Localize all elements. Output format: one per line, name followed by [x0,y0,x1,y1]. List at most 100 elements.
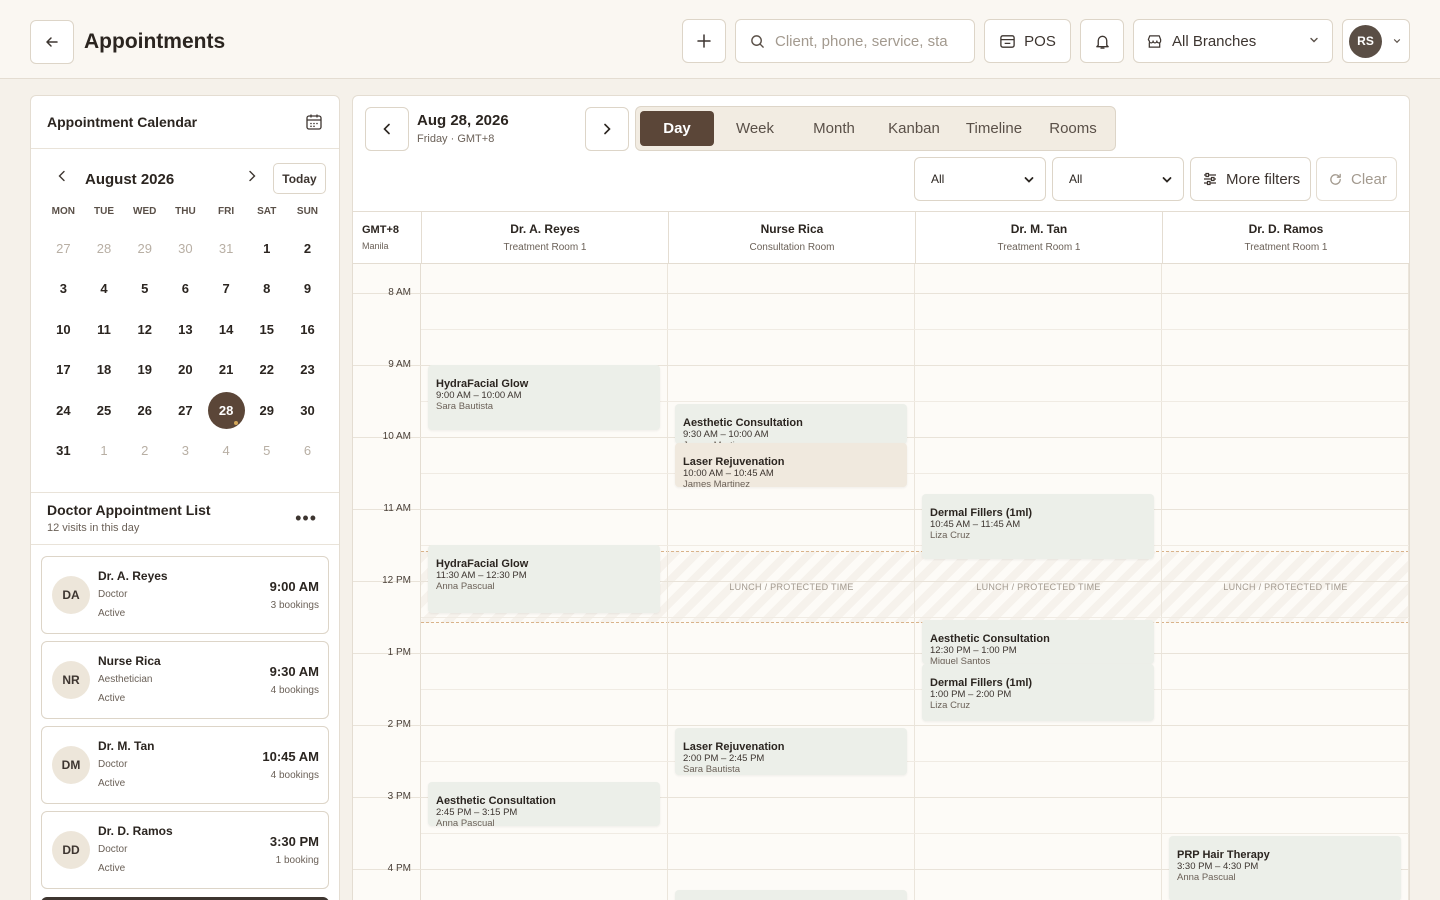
pos-button[interactable]: POS [984,19,1071,63]
calendar-icon[interactable] [305,113,323,131]
user-menu-button[interactable]: RS [1342,19,1410,63]
calendar-day[interactable]: 13 [165,309,206,350]
calendar-day[interactable]: 2 [124,431,165,472]
next-day-button[interactable] [585,107,629,151]
calendar-day[interactable]: 5 [124,269,165,310]
hour-label: 2 PM [387,718,411,730]
appointment-card[interactable]: HydraFacial Glow 11:30 AM – 12:30 PM Anna … [428,544,660,614]
calendar-day[interactable]: 4 [84,269,125,310]
calendar-day[interactable]: 17 [43,350,84,391]
calendar-day[interactable]: 27 [43,228,84,269]
calendar-day-selected[interactable]: 28 [206,390,247,431]
mini-calendar-month: August 2026 [85,171,175,188]
appointment-card[interactable]: HydraFacial Glow [675,890,907,900]
calendar-day-number: 15 [259,321,275,337]
calendar-day[interactable]: 20 [165,350,206,391]
calendar-day[interactable]: 19 [124,350,165,391]
appointment-card[interactable]: Aesthetic Consultation 9:30 AM – 10:00 AM… [675,404,907,444]
calendar-day-number: 22 [259,362,275,378]
calendar-day[interactable]: 28 [84,228,125,269]
appointment-time: 3:30 PM – 4:30 PM [1177,861,1259,873]
calendar-day[interactable]: 21 [206,350,247,391]
calendar-day[interactable]: 3 [43,269,84,310]
chevron-left-icon[interactable] [55,169,69,183]
calendar-day-number: 19 [137,362,152,378]
previous-day-button[interactable] [365,107,409,151]
calendar-day[interactable]: 30 [287,390,328,431]
filter-select-1[interactable]: All [914,157,1046,201]
calendar-day[interactable]: 29 [124,228,165,269]
calendar-day[interactable]: 29 [246,390,287,431]
appointment-card[interactable]: Aesthetic Consultation 12:30 PM – 1:00 PM… [922,620,1154,664]
chevron-right-icon[interactable] [245,169,259,183]
chevron-down-icon [1162,177,1172,183]
appointment-card[interactable]: Dermal Fillers (1ml) 10:45 AM – 11:45 AM L… [922,494,1154,560]
doctor-card[interactable]: DM Dr. M. Tan Doctor Active 10:45 AM 4 bookin… [41,726,329,804]
calendar-day[interactable]: 15 [246,309,287,350]
doctor-card[interactable]: DD Dr. D. Ramos Doctor Active 3:30 PM 1 booki… [41,811,329,889]
calendar-day[interactable]: 10 [43,309,84,350]
tab-rooms[interactable]: Rooms [1034,111,1112,146]
more-filters-button[interactable]: More filters [1190,157,1311,201]
today-button[interactable]: Today [273,163,326,194]
calendar-day[interactable]: 24 [43,390,84,431]
search-input[interactable] [775,32,955,50]
search-icon [751,34,764,48]
calendar-day-number: 1 [263,240,271,256]
add-appointment-button[interactable] [682,19,726,63]
appointment-card[interactable]: Laser Rejuvenation 10:00 AM – 10:45 AM Jam… [675,442,907,488]
more-options-icon[interactable]: ••• [295,508,317,529]
search-box[interactable] [735,19,975,63]
doctor-card[interactable]: DA Dr. A. Reyes Doctor Active 9:00 AM 3 booki… [41,556,329,634]
clear-label: Clear [1351,170,1387,188]
tab-day[interactable]: Day [640,111,714,146]
calendar-day[interactable]: 25 [84,390,125,431]
calendar-day[interactable]: 1 [246,228,287,269]
calendar-day[interactable]: 18 [84,350,125,391]
calendar-day[interactable]: 22 [246,350,287,391]
back-button[interactable] [30,20,74,64]
calendar-day-number: 29 [137,240,152,256]
branch-select[interactable]: All Branches [1133,19,1333,63]
appointment-client: Liza Cruz [930,699,971,711]
notifications-button[interactable] [1080,19,1124,63]
calendar-day-number: 6 [181,281,190,297]
calendar-day[interactable]: 6 [165,269,206,310]
doctor-status: Active [98,778,126,789]
calendar-day[interactable]: 31 [206,228,247,269]
calendar-day-number: 10 [56,321,71,337]
calendar-day[interactable]: 31 [43,431,84,472]
calendar-day[interactable]: 12 [124,309,165,350]
calendar-day[interactable]: 7 [206,269,247,310]
lunch-label: LUNCH / PROTECTED TIME [729,582,854,592]
calendar-day[interactable]: 27 [165,390,206,431]
tab-kanban[interactable]: Kanban [876,111,952,146]
doctor-card[interactable]: NR Nurse Rica Aesthetician Active 9:30 AM 4 b… [41,641,329,719]
calendar-day[interactable]: 11 [84,309,125,350]
calendar-day[interactable]: 8 [246,269,287,310]
calendar-day[interactable]: 6 [287,431,328,472]
calendar-day[interactable]: 16 [287,309,328,350]
clear-button[interactable]: Clear [1316,157,1397,201]
appointment-card[interactable]: Laser Rejuvenation 2:00 PM – 2:45 PM Sara … [675,728,907,776]
calendar-day[interactable]: 26 [124,390,165,431]
calendar-day[interactable]: 30 [165,228,206,269]
tab-week[interactable]: Week [718,111,792,146]
appointment-card[interactable]: PRP Hair Therapy 3:30 PM – 4:30 PM Anna Pa… [1169,836,1401,900]
appointment-card[interactable]: Dermal Fillers (1ml) 1:00 PM – 2:00 PM Liz… [922,663,1154,722]
calendar-day[interactable]: 9 [287,269,328,310]
appointment-card[interactable]: HydraFacial Glow 9:00 AM – 10:00 AM Sara B… [428,364,660,430]
tab-month[interactable]: Month [796,111,872,146]
calendar-day[interactable]: 2 [287,228,328,269]
weekday-label: WED [133,206,157,217]
calendar-day[interactable]: 14 [206,309,247,350]
calendar-day[interactable]: 4 [206,431,247,472]
tab-timeline[interactable]: Timeline [954,111,1034,146]
filter-select-2[interactable]: All [1052,157,1184,201]
calendar-day[interactable]: 23 [287,350,328,391]
provider-room: Treatment Room 1 [503,242,587,253]
calendar-day[interactable]: 1 [84,431,125,472]
calendar-day[interactable]: 3 [165,431,206,472]
appointment-card[interactable]: Aesthetic Consultation 2:45 PM – 3:15 PM A… [428,782,660,826]
calendar-day[interactable]: 5 [246,431,287,472]
